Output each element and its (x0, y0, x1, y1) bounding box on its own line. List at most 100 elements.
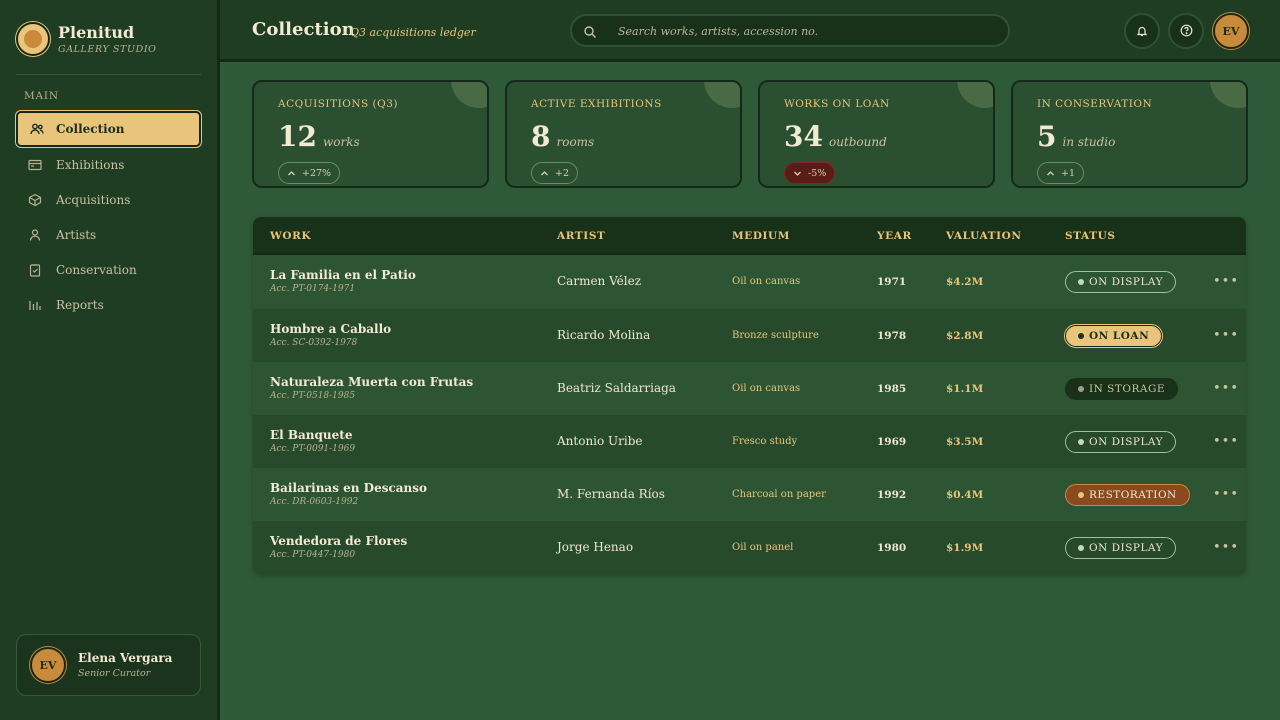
user-card[interactable]: EV Elena Vergara Senior Curator (16, 634, 201, 696)
accession-number: Acc. PT-0091-1969 (270, 444, 356, 454)
stat-unit: works (322, 135, 360, 149)
more-options-icon[interactable]: ••• (1213, 540, 1239, 555)
column-header-year[interactable]: YEAR (877, 230, 912, 242)
work-title[interactable]: Bailarinas en Descanso (270, 481, 427, 495)
artist-cell: Ricardo Molina (557, 328, 651, 342)
stat-card-exhibitions: ACTIVE EXHIBITIONS 8 rooms +2 (505, 80, 742, 188)
year-cell: 1969 (877, 436, 907, 448)
medium-cell: Charcoal on paper (732, 489, 826, 500)
chevron-up-icon (540, 169, 549, 178)
status-dot-icon (1078, 439, 1084, 445)
column-header-valuation[interactable]: VALUATION (946, 230, 1022, 242)
sidebar-item-acquisitions[interactable]: Acquisitions (16, 182, 201, 217)
card-corner-decoration (1210, 82, 1246, 108)
brand[interactable]: Plenitud GALLERY STUDIO (16, 22, 157, 56)
status-badge: ON LOAN (1065, 325, 1163, 347)
stat-unit: outbound (828, 135, 887, 149)
work-title[interactable]: La Familia en el Patio (270, 268, 416, 282)
stat-label: IN CONSERVATION (1037, 98, 1153, 110)
sidebar-item-label: Reports (56, 297, 104, 312)
stat-label: ACTIVE EXHIBITIONS (531, 98, 662, 110)
status-label: IN STORAGE (1089, 383, 1166, 395)
work-title[interactable]: Vendedora de Flores (270, 534, 407, 548)
stat-card-loans: WORKS ON LOAN 34 outbound -5% (758, 80, 995, 188)
status-dot-icon (1078, 333, 1084, 339)
column-header-medium[interactable]: MEDIUM (732, 230, 790, 242)
more-options-icon[interactable]: ••• (1213, 274, 1239, 289)
header-avatar[interactable]: EV (1213, 13, 1249, 49)
notifications-button[interactable] (1124, 13, 1160, 49)
year-cell: 1978 (877, 330, 907, 342)
artist-cell: Antonio Uribe (557, 434, 643, 448)
stat-value: 12 works (278, 120, 360, 153)
sidebar-item-label: Exhibitions (56, 157, 125, 172)
sidebar-item-collection[interactable]: Collection (16, 111, 201, 147)
accession-number: Acc. PT-0447-1980 (270, 550, 356, 560)
table-row[interactable]: Bailarinas en Descanso Acc. DR-0603-1992 M… (253, 468, 1246, 521)
work-title[interactable]: Hombre a Caballo (270, 322, 391, 336)
column-header-status[interactable]: STATUS (1065, 230, 1116, 242)
user-name: Elena Vergara (78, 651, 173, 665)
status-badge: ON DISPLAY (1065, 431, 1177, 453)
stat-label: WORKS ON LOAN (784, 98, 890, 110)
sidebar-item-conservation[interactable]: Conservation (16, 252, 201, 287)
help-button[interactable] (1168, 13, 1204, 49)
work-cell: El Banquete Acc. PT-0091-1969 (270, 428, 355, 454)
trend-value: +1 (1061, 167, 1076, 179)
more-options-icon[interactable]: ••• (1213, 328, 1239, 343)
status-cell: ON DISPLAY (1065, 430, 1177, 453)
table-row[interactable]: Hombre a Caballo Acc. SC-0392-1978 Ricardo… (253, 309, 1246, 362)
work-cell: Vendedora de Flores Acc. PT-0447-1980 (270, 534, 407, 560)
more-options-icon[interactable]: ••• (1213, 381, 1239, 396)
stat-number: 5 (1037, 120, 1057, 153)
column-header-work[interactable]: WORK (270, 230, 311, 242)
card-corner-decoration (451, 82, 487, 108)
work-title[interactable]: Naturaleza Muerta con Frutas (270, 375, 473, 389)
accession-number: Acc. DR-0603-1992 (270, 497, 359, 507)
table-row[interactable]: Naturaleza Muerta con Frutas Acc. PT-0518… (253, 362, 1246, 415)
page-subtitle: · Q3 acquisitions ledger (343, 26, 476, 39)
status-badge: ON DISPLAY (1065, 537, 1177, 559)
search-bar[interactable] (570, 14, 1010, 47)
status-cell: ON LOAN (1065, 324, 1163, 347)
sidebar-item-label: Conservation (56, 262, 137, 277)
chevron-down-icon (793, 169, 802, 178)
stat-number: 34 (784, 120, 823, 153)
year-cell: 1985 (877, 383, 907, 395)
trend-badge: +1 (1037, 162, 1085, 184)
more-options-icon[interactable]: ••• (1213, 487, 1239, 502)
artist-cell: Beatriz Saldarriaga (557, 381, 676, 395)
sidebar-item-reports[interactable]: Reports (16, 287, 201, 322)
artist-cell: Jorge Henao (557, 540, 634, 554)
work-cell: Bailarinas en Descanso Acc. DR-0603-1992 (270, 481, 427, 507)
trend-badge: +27% (278, 162, 341, 184)
stat-unit: in studio (1062, 135, 1116, 149)
medium-cell: Bronze sculpture (732, 330, 819, 341)
year-cell: 1992 (877, 489, 907, 501)
sidebar: Plenitud GALLERY STUDIO MAIN Collection … (0, 0, 217, 720)
valuation-cell: $0.4M (946, 489, 984, 501)
status-label: ON DISPLAY (1089, 436, 1164, 448)
table-row[interactable]: Vendedora de Flores Acc. PT-0447-1980 Jorg… (253, 521, 1246, 574)
year-cell: 1980 (877, 542, 907, 554)
table-row[interactable]: La Familia en el Patio Acc. PT-0174-1971 C… (253, 255, 1246, 308)
sidebar-item-exhibitions[interactable]: Exhibitions (16, 147, 201, 182)
sidebar-item-artists[interactable]: Artists (16, 217, 201, 252)
work-title[interactable]: El Banquete (270, 428, 355, 442)
valuation-cell: $2.8M (946, 330, 984, 342)
artist-cell: Carmen Vélez (557, 274, 642, 288)
card-corner-decoration (704, 82, 740, 108)
valuation-cell: $3.5M (946, 436, 984, 448)
table-row[interactable]: El Banquete Acc. PT-0091-1969 Antonio Urib… (253, 415, 1246, 468)
help-icon (1180, 22, 1193, 41)
medium-cell: Oil on panel (732, 542, 794, 553)
column-header-artist[interactable]: ARTIST (557, 230, 605, 242)
stat-label: ACQUISITIONS (Q3) (278, 98, 399, 110)
more-options-icon[interactable]: ••• (1213, 434, 1239, 449)
brand-subtitle: GALLERY STUDIO (58, 43, 157, 55)
status-cell: IN STORAGE (1065, 377, 1179, 400)
stat-value: 5 in studio (1037, 120, 1115, 153)
stat-value: 8 rooms (531, 120, 594, 153)
user-avatar: EV (30, 647, 66, 683)
search-input[interactable] (618, 21, 998, 41)
